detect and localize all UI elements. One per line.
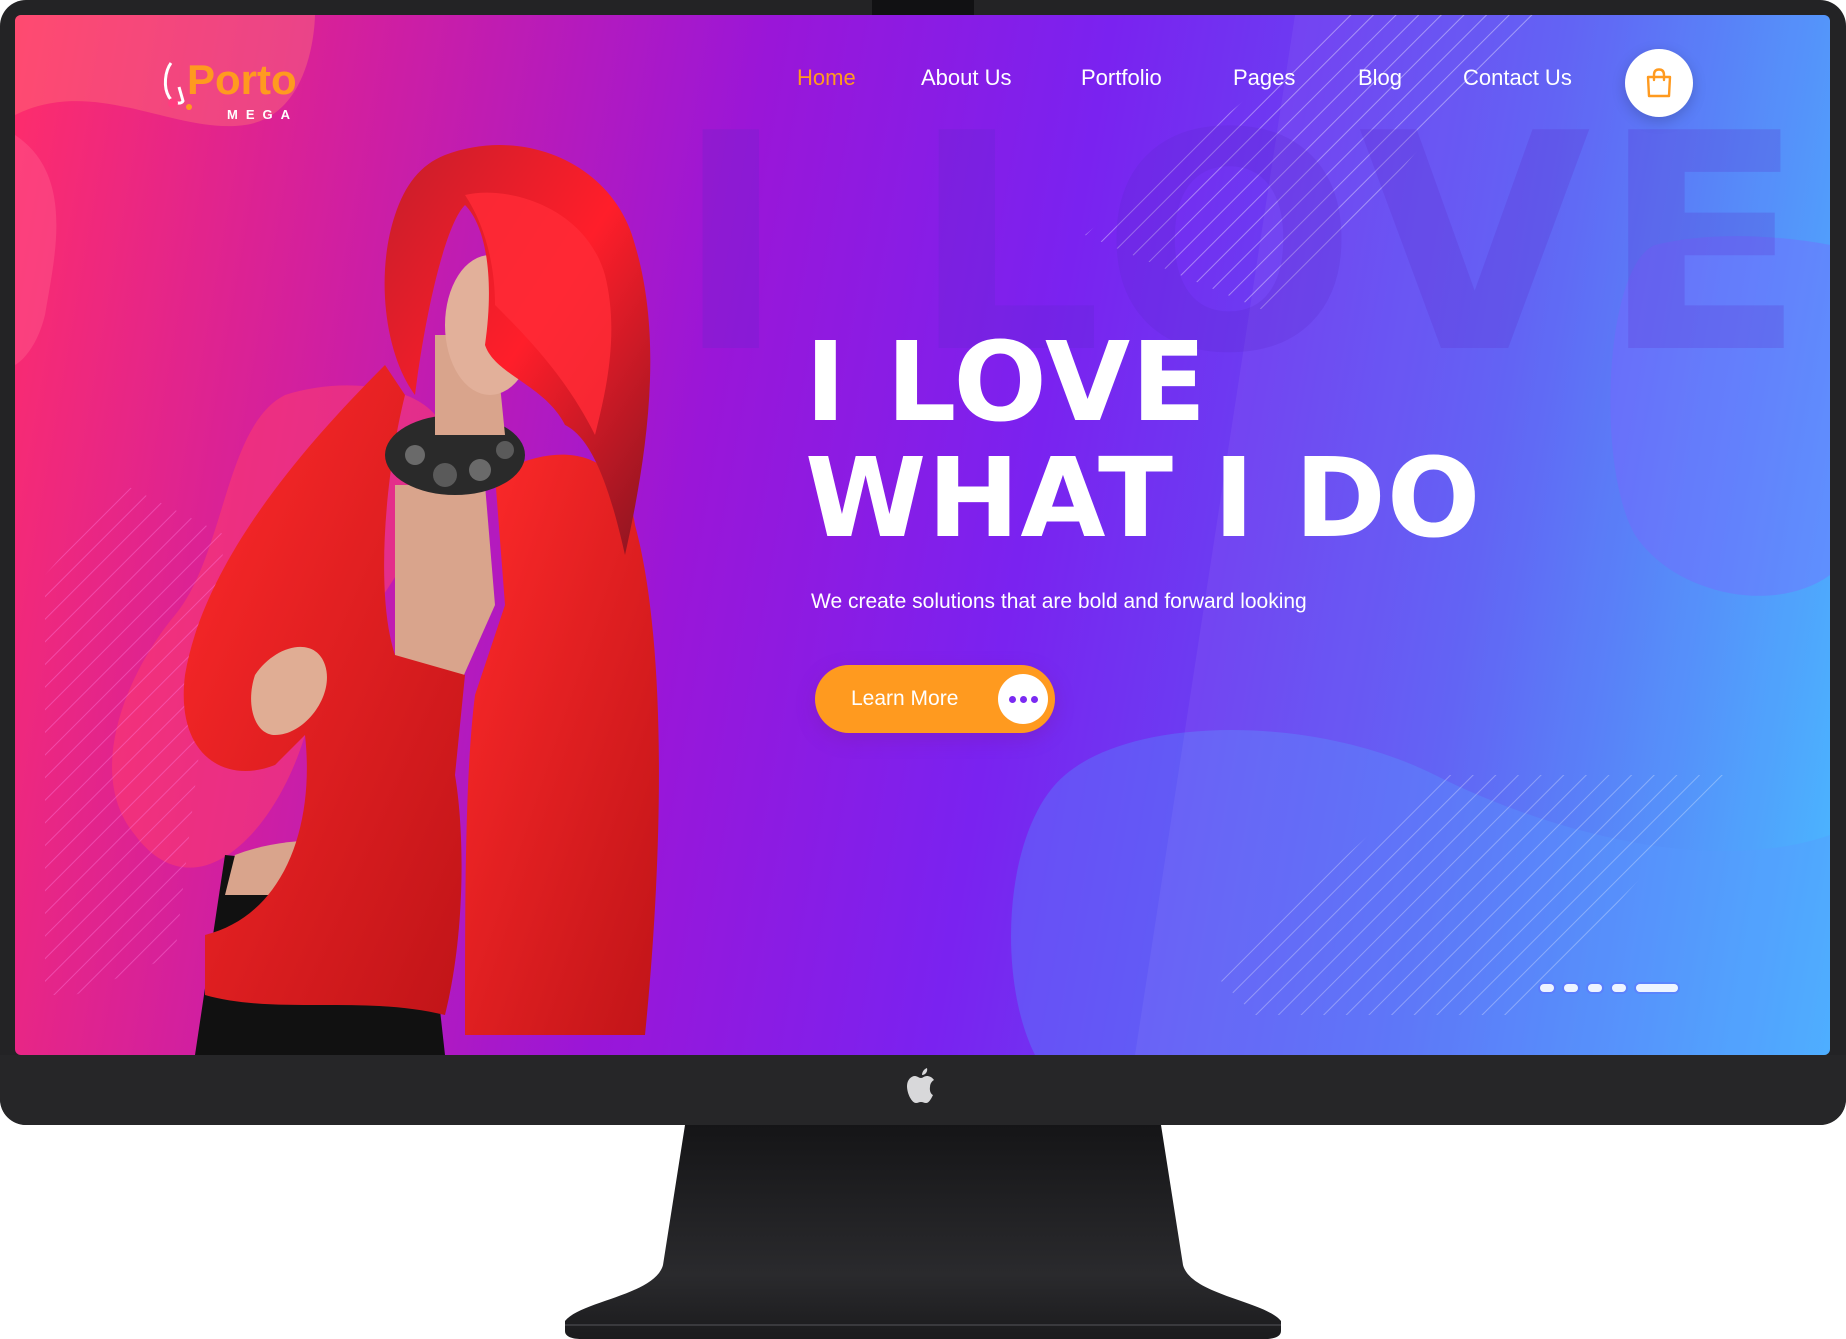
slider-dot[interactable]	[1540, 984, 1554, 992]
learn-more-button[interactable]: Learn More	[815, 665, 1055, 733]
slider-dot[interactable]	[1564, 984, 1578, 992]
cart-button[interactable]	[1625, 49, 1693, 117]
nav-item-pages[interactable]: Pages	[1233, 65, 1295, 91]
slider-dot-active[interactable]	[1636, 984, 1678, 992]
slider-pagination	[1540, 984, 1700, 996]
nav-item-about-us[interactable]: About Us	[921, 65, 1012, 91]
hero-title-line1: I LOVE	[805, 318, 1208, 446]
slider-dot[interactable]	[1612, 984, 1626, 992]
hero-title: I LOVE WHAT I DO	[805, 318, 1482, 562]
hero-subtitle: We create solutions that are bold and fo…	[811, 590, 1307, 613]
hero-title-line2: WHAT I DO	[805, 433, 1482, 562]
apple-logo-icon	[907, 1068, 934, 1103]
more-dots-icon	[998, 674, 1048, 724]
nav-item-home[interactable]: Home	[797, 65, 856, 91]
logo-subtitle: MEGA	[227, 107, 298, 122]
website-screen: I LOVE Porto MEGA Home About Us Portfoli…	[15, 15, 1830, 1055]
hero-model-image	[183, 145, 659, 1055]
shopping-bag-icon	[1646, 68, 1672, 98]
nav-item-contact-us[interactable]: Contact Us	[1463, 65, 1572, 91]
learn-more-label: Learn More	[851, 687, 959, 710]
nav-item-blog[interactable]: Blog	[1358, 65, 1402, 91]
monitor-stand	[565, 1125, 1281, 1339]
main-nav: Home About Us Portfolio Pages Blog Conta…	[15, 65, 1830, 105]
slider-dot[interactable]	[1588, 984, 1602, 992]
nav-item-portfolio[interactable]: Portfolio	[1081, 65, 1162, 91]
